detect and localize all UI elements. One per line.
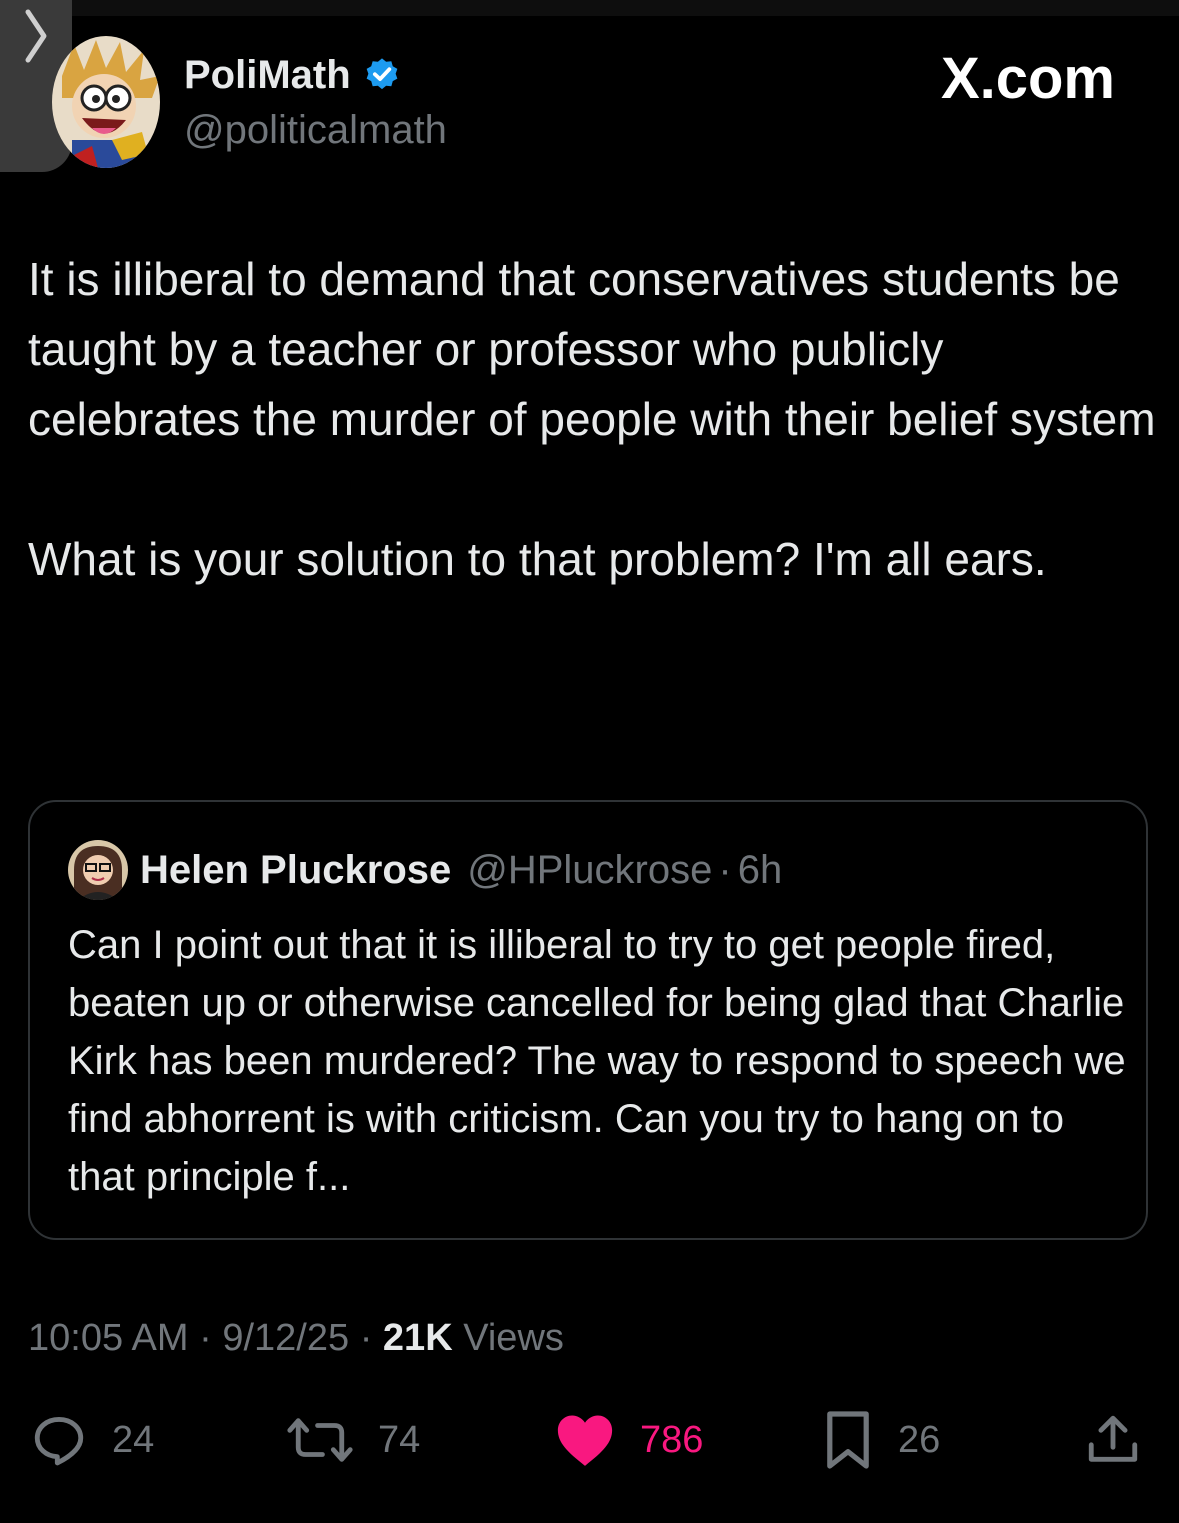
repost-button[interactable]: 74 [286,1400,420,1480]
repost-count: 74 [378,1418,421,1461]
author-handle[interactable]: @politicalmath [184,105,447,155]
author-avatar[interactable] [52,36,160,168]
post-meta: 10:05 AM · 9/12/25 · 21K Views [28,1312,564,1364]
repost-icon [287,1418,353,1462]
share-icon [1088,1415,1138,1462]
separator-dot: · [199,1317,212,1359]
like-button[interactable]: 786 [554,1400,703,1480]
tweet-paragraph: It is illiberal to demand that conservat… [28,253,1156,445]
author-name-row[interactable]: PoliMath [184,50,401,100]
reply-count: 24 [112,1418,155,1461]
status-strip [0,0,1179,16]
like-icon [557,1415,613,1466]
quoted-text: Can I point out that it is illiberal to … [68,923,1126,1199]
x-brand-logo: X.com [941,44,1115,114]
action-bar: 24 74 786 26 [0,1400,1179,1480]
brand-text: X.com [940,46,1115,111]
views-count[interactable]: 21K [383,1317,453,1359]
share-button[interactable] [1084,1400,1142,1480]
chevron-right-icon [25,9,47,63]
quoted-time[interactable]: 6h [738,844,783,896]
like-count: 786 [640,1418,704,1461]
quoted-author-handle[interactable]: @HPluckrose [467,844,712,896]
bookmark-button[interactable]: 26 [822,1400,940,1480]
bookmark-count: 26 [898,1418,941,1461]
author-name[interactable]: PoliMath [184,50,351,100]
views-label: Views [463,1317,564,1359]
tweet-text: It is illiberal to demand that conservat… [28,244,1158,594]
post-date[interactable]: 9/12/25 [222,1317,349,1359]
reply-icon [34,1417,84,1466]
separator-dot: · [359,1317,373,1359]
post-time[interactable]: 10:05 AM [28,1317,189,1359]
quoted-author-name[interactable]: Helen Pluckrose [140,844,451,896]
quoted-tweet-card[interactable]: Helen Pluckrose @HPluckrose · 6h Can I p… [28,800,1148,1240]
quoted-header: Helen Pluckrose @HPluckrose · 6h [140,844,782,896]
quoted-author-avatar[interactable] [68,840,128,900]
tweet-paragraph: What is your solution to that problem? I… [28,533,1047,585]
separator-dot: · [718,848,732,892]
bookmark-icon [827,1411,869,1469]
reply-button[interactable]: 24 [30,1400,154,1480]
verified-badge-icon [366,58,398,90]
